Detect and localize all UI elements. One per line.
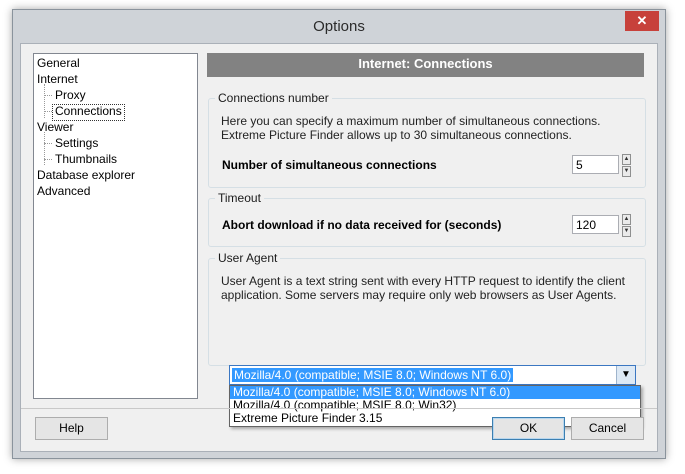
close-button[interactable]: ✕	[625, 11, 659, 31]
connections-label: Number of simultaneous connections	[222, 158, 437, 172]
timeout-group-title: Timeout	[215, 191, 264, 205]
window-title: Options	[313, 18, 365, 35]
options-window: Options ✕ General Internet Proxy Connect…	[12, 9, 666, 459]
timeout-group: Timeout Abort download if no data receiv…	[208, 191, 646, 247]
user-agent-select[interactable]: Mozilla/4.0 (compatible; MSIE 8.0; Windo…	[229, 365, 636, 385]
spin-up-icon[interactable]: ▲	[622, 214, 631, 225]
timeout-label: Abort download if no data received for (…	[222, 218, 502, 232]
spin-down-icon[interactable]: ▼	[622, 166, 631, 177]
timeout-input[interactable]: 120	[572, 215, 619, 234]
tree-connector	[44, 95, 52, 96]
spin-down-icon[interactable]: ▼	[622, 226, 631, 237]
tree-connector	[44, 132, 45, 165]
connections-group: Connections number Here you can specify …	[208, 91, 646, 188]
connections-description: Here you can specify a maximum number of…	[221, 114, 601, 142]
tree-connector	[44, 111, 52, 112]
tree-item-settings[interactable]: Settings	[55, 136, 98, 151]
cancel-button[interactable]: Cancel	[571, 417, 644, 440]
tree-item-advanced[interactable]: Advanced	[37, 184, 90, 199]
tree-connector	[44, 143, 52, 144]
tree-item-general[interactable]: General	[37, 56, 80, 71]
user-agent-group: User Agent User Agent is a text string s…	[208, 251, 646, 366]
tree-item-database-explorer[interactable]: Database explorer	[37, 168, 135, 183]
tree-item-connections[interactable]: Connections	[52, 104, 125, 121]
tree-item-viewer[interactable]: Viewer	[37, 120, 73, 135]
dialog-client: General Internet Proxy Connections Viewe…	[20, 43, 658, 452]
tree-item-thumbnails[interactable]: Thumbnails	[55, 152, 117, 167]
timeout-spinner: ▲ ▼	[622, 214, 631, 237]
tree-connector	[44, 84, 45, 118]
spin-up-icon[interactable]: ▲	[622, 154, 631, 165]
connections-group-title: Connections number	[215, 91, 332, 105]
user-agent-description: User Agent is a text string sent with ev…	[221, 274, 625, 302]
connections-input[interactable]: 5	[572, 155, 619, 174]
connections-spinner: ▲ ▼	[622, 154, 631, 177]
page-title: Internet: Connections	[207, 53, 644, 77]
title-bar[interactable]: Options ✕	[13, 10, 665, 43]
help-button[interactable]: Help	[35, 417, 108, 440]
button-bar: Help OK Cancel	[21, 408, 657, 452]
chevron-down-icon[interactable]: ▼	[616, 366, 635, 384]
tree-item-proxy[interactable]: Proxy	[55, 88, 86, 103]
ok-button[interactable]: OK	[492, 417, 565, 440]
tree-connector	[44, 159, 52, 160]
user-agent-selected-value: Mozilla/4.0 (compatible; MSIE 8.0; Windo…	[232, 368, 514, 382]
tree-item-internet[interactable]: Internet	[37, 72, 78, 87]
user-agent-group-title: User Agent	[215, 251, 281, 265]
close-icon: ✕	[636, 13, 648, 28]
options-tree[interactable]: General Internet Proxy Connections Viewe…	[33, 53, 198, 399]
